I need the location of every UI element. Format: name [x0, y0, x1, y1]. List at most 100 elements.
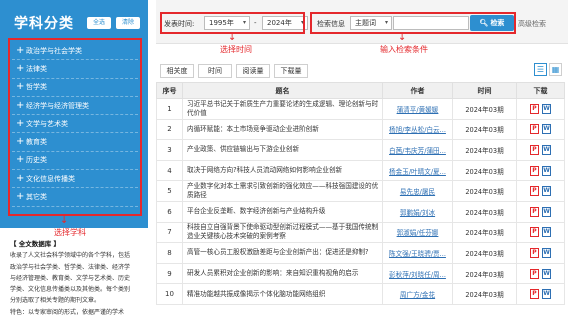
author-link[interactable]: 郭鹏娟/刘冰 [382, 201, 453, 223]
word-download-icon[interactable]: W [542, 186, 551, 197]
author-link[interactable]: 易先忠/屠民 [382, 180, 453, 202]
column-header: 作者 [382, 82, 453, 99]
row-number: 3 [156, 139, 183, 161]
word-download-icon[interactable]: W [542, 103, 551, 114]
column-header: 下载 [516, 82, 565, 99]
author-link[interactable]: 陈文强/王晓骋/贾... [382, 242, 453, 264]
select-all-button[interactable]: 全选 [86, 17, 111, 29]
advanced-search-link[interactable]: 高级检索 [518, 19, 546, 29]
download-cell: PW [516, 263, 565, 285]
word-download-icon[interactable]: W [542, 268, 551, 279]
issue-time: 2024年03期 [452, 201, 517, 223]
list-view-icon[interactable]: ☰ [534, 63, 547, 76]
article-title-link[interactable]: 习近平总书记关于新质生产力重要论述的生成逻辑、理论创新与时代价值 [182, 98, 383, 120]
table-row: 1 习近平总书记关于新质生产力重要论述的生成逻辑、理论创新与时代价值 蒲清平/黄… [156, 98, 565, 120]
word-download-icon[interactable]: W [542, 227, 551, 238]
description-line: 学类、文化信息传播类以及其他类。每个类别 [10, 286, 131, 294]
table-row: 9 研发人员累积对企业创新的影响：来自知识重构视角的启示 彭秋萍/刘晓任/周..… [156, 263, 565, 285]
subject-annotation: 选择学科 [54, 228, 86, 237]
column-header: 题名 [182, 82, 383, 99]
issue-time: 2024年03期 [452, 242, 517, 264]
search-highlight-box [310, 12, 516, 34]
table-row: 3 产业政策、供应链输出与下游企业创新 白茜/韦庆芳/蒲田... 2024年03… [156, 139, 565, 161]
download-cell: PW [516, 180, 565, 202]
author-link[interactable]: 杨金玉/叶晴文/夏... [382, 160, 453, 182]
down-arrow-icon: ↓ [228, 32, 237, 43]
download-cell: PW [516, 201, 565, 223]
issue-time: 2024年03期 [452, 119, 517, 141]
article-title-link[interactable]: 内循环赋能：本土市场竞争驱动企业进阶创新 [182, 119, 383, 141]
down-arrow-icon: ↓ [398, 32, 407, 43]
author-link[interactable]: 周广方/金花 [382, 283, 453, 305]
subject-highlight-box [8, 38, 142, 216]
author-link[interactable]: 彭秋萍/刘晓任/周... [382, 263, 453, 285]
sort-relevance-button[interactable]: 相关度 [160, 64, 194, 78]
search-annotation: 输入检索条件 [380, 45, 428, 54]
pdf-download-icon[interactable]: P [530, 206, 539, 217]
article-title-link[interactable]: 取决于网络方向?科技人员流动网络如何影响企业创新 [182, 160, 383, 182]
word-download-icon[interactable]: W [542, 247, 551, 258]
table-row: 5 产业数字化对本土需求引致创新的强化效应——科技强国建设的优质路径 易先忠/屠… [156, 180, 565, 202]
description-line: 收录了人文社会科学领域中的各个学科，包括 [10, 252, 131, 260]
table-row: 4 取决于网络方向?科技人员流动网络如何影响企业创新 杨金玉/叶晴文/夏... … [156, 160, 565, 182]
pdf-download-icon[interactable]: P [530, 124, 539, 135]
article-title-link[interactable]: 精准功能越共振成像揭示个体化脑功能网络组织 [182, 283, 383, 305]
pdf-download-icon[interactable]: P [530, 227, 539, 238]
row-number: 10 [156, 283, 183, 305]
issue-time: 2024年03期 [452, 180, 517, 202]
table-row: 10 精准功能越共振成像揭示个体化脑功能网络组织 周广方/金花 2024年03期… [156, 283, 565, 305]
grid-view-icon[interactable]: ▦ [549, 63, 562, 76]
row-number: 9 [156, 263, 183, 285]
download-cell: PW [516, 242, 565, 264]
article-title-link[interactable]: 研发人员累积对企业创新的影响：来自知识重构视角的启示 [182, 263, 383, 285]
row-number: 5 [156, 180, 183, 202]
results-table: 序号 题名 作者 时间 下载 1 习近平总书记关于新质生产力重要论述的生成逻辑、… [156, 82, 565, 305]
column-header: 序号 [156, 82, 183, 99]
sidebar-header: 学科分类 全选 清除 [14, 14, 140, 32]
pdf-download-icon[interactable]: P [530, 144, 539, 155]
download-cell: PW [516, 98, 565, 120]
table-row: 8 高管一核心员工股权激励差距与企业创新产出：促进还是抑制? 陈文强/王晓骋/贾… [156, 242, 565, 264]
download-cell: PW [516, 139, 565, 161]
pdf-download-icon[interactable]: P [530, 268, 539, 279]
row-number: 4 [156, 160, 183, 182]
issue-time: 2024年03期 [452, 139, 517, 161]
clear-button[interactable]: 清除 [115, 17, 140, 29]
sort-time-button[interactable]: 时间 [198, 64, 232, 78]
download-cell: PW [516, 160, 565, 182]
down-arrow-icon: ↓ [60, 215, 69, 226]
pdf-download-icon[interactable]: P [530, 289, 539, 300]
issue-time: 2024年03期 [452, 283, 517, 305]
database-description: 【 全文数据库 】 收录了人文社会科学领域中的各个学科，包括 政治学与社会学类、… [10, 239, 146, 318]
sort-downloads-button[interactable]: 下载量 [274, 64, 308, 78]
pdf-download-icon[interactable]: P [530, 165, 539, 176]
sort-reads-button[interactable]: 阅读量 [236, 64, 270, 78]
word-download-icon[interactable]: W [542, 289, 551, 300]
pdf-download-icon[interactable]: P [530, 186, 539, 197]
row-number: 1 [156, 98, 183, 120]
sidebar-title: 学科分类 [14, 16, 74, 32]
author-link[interactable]: 杨旭/李丛松/白云... [382, 119, 453, 141]
article-title-link[interactable]: 高管一核心员工股权激励差距与企业创新产出：促进还是抑制? [182, 242, 383, 264]
author-link[interactable]: 蒲清平/黄媛媛 [382, 98, 453, 120]
description-line: 特色：以专家审阅的形式，依据严谨的学术 [10, 308, 125, 316]
row-number: 2 [156, 119, 183, 141]
table-row: 6 平台企业反垄断、数字经济创新与产业结构升级 郭鹏娟/刘冰 2024年03期 … [156, 201, 565, 223]
word-download-icon[interactable]: W [542, 165, 551, 176]
word-download-icon[interactable]: W [542, 206, 551, 217]
table-row: 2 内循环赋能：本土市场竞争驱动企业进阶创新 杨旭/李丛松/白云... 2024… [156, 119, 565, 141]
article-title-link[interactable]: 平台企业反垄断、数字经济创新与产业结构升级 [182, 201, 383, 223]
article-title-link[interactable]: 产业数字化对本土需求引致创新的强化效应——科技强国建设的优质路径 [182, 180, 383, 202]
description-line: 与经济管理类、教育类、文学与艺术类、历史 [10, 274, 131, 282]
author-link[interactable]: 郭淑娟/任芬娜 [382, 222, 453, 244]
time-annotation: 选择时间 [220, 45, 252, 54]
download-cell: PW [516, 222, 565, 244]
article-title-link[interactable]: 科技自立自强背景下使命驱动型创新过程模式——基于我国传统制造业关键核心技术突破的… [182, 222, 383, 244]
pdf-download-icon[interactable]: P [530, 103, 539, 114]
article-title-link[interactable]: 产业政策、供应链输出与下游企业创新 [182, 139, 383, 161]
download-cell: PW [516, 119, 565, 141]
author-link[interactable]: 白茜/韦庆芳/蒲田... [382, 139, 453, 161]
word-download-icon[interactable]: W [542, 144, 551, 155]
pdf-download-icon[interactable]: P [530, 247, 539, 258]
word-download-icon[interactable]: W [542, 124, 551, 135]
